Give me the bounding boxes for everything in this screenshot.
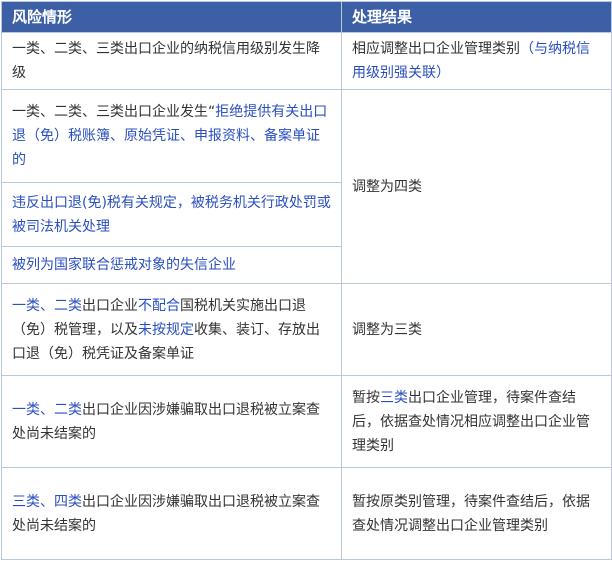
header-row: 风险情形 处理结果	[1, 1, 612, 33]
cell-text: 暂按	[352, 389, 380, 406]
situation-cell: 三类、四类出口企业因涉嫌骗取出口退税被立案查处尚未结案的	[1, 467, 342, 560]
header-situation: 风险情形	[1, 1, 342, 33]
result-cell: 暂按三类出口企业管理，待案件查结后，依据查处情况相应调整出口企业管理类别	[341, 375, 612, 468]
highlight-text: 违反出口退(免)税有关规定，被税务机关行政处罚或被司法机关处理	[12, 194, 331, 235]
highlight-text: 一类、二类	[12, 401, 82, 418]
risk-table: 风险情形 处理结果 一类、二类、三类出口企业的纳税信用级别发生降级 相应调整出口…	[1, 1, 612, 560]
highlight-text: 被列为国家联合惩戒对象的失信企业	[12, 257, 236, 273]
situation-cell: 一类、二类、三类出口企业发生“拒绝提供有关出口退（免）税账簿、原始凭证、申报资料…	[1, 89, 342, 183]
cell-text: 出口企业	[82, 297, 138, 314]
cell-text: 调整为三类	[352, 321, 422, 338]
result-cell: 调整为四类	[341, 89, 612, 284]
table-row: 一类、二类出口企业不配合国税机关实施出口退（免）税管理，以及未按规定收集、装订、…	[1, 283, 612, 376]
table-row: 三类、四类出口企业因涉嫌骗取出口退税被立案查处尚未结案的 暂按原类别管理，待案件…	[1, 467, 612, 560]
cell-text: 一类、二类、三类出口企业的纳税信用级别发生降级	[12, 41, 320, 81]
highlight-text: 不配合	[138, 297, 180, 314]
table-row: 一类、二类出口企业因涉嫌骗取出口退税被立案查处尚未结案的 暂按三类出口企业管理，…	[1, 375, 612, 468]
situation-cell: 违反出口退(免)税有关规定，被税务机关行政处罚或被司法机关处理	[1, 182, 342, 247]
highlight-text: 一类、二类	[12, 297, 82, 314]
table-row: 一类、二类、三类出口企业发生“拒绝提供有关出口退（免）税账簿、原始凭证、申报资料…	[1, 89, 612, 284]
cell-text: 相应调整出口企业管理类别	[352, 41, 520, 57]
result-cell: 相应调整出口企业管理类别（与纳税信用级别强关联）	[341, 32, 612, 90]
result-cell: 调整为三类	[341, 283, 612, 376]
situation-cell: 一类、二类、三类出口企业的纳税信用级别发生降级	[1, 32, 342, 90]
table-row: 一类、二类、三类出口企业的纳税信用级别发生降级 相应调整出口企业管理类别（与纳税…	[1, 32, 612, 90]
header-result: 处理结果	[341, 1, 612, 33]
result-cell: 暂按原类别管理，待案件查结后，依据查处情况调整出口企业管理类别	[341, 467, 612, 560]
cell-text: 调整为四类	[352, 178, 422, 195]
cell-text: 暂按原类别管理，待案件查结后，依据查处情况调整出口企业管理类别	[352, 493, 590, 534]
situation-cell: 被列为国家联合惩戒对象的失信企业	[1, 246, 342, 284]
situation-cell: 一类、二类出口企业不配合国税机关实施出口退（免）税管理，以及未按规定收集、装订、…	[1, 283, 342, 376]
highlight-text: 三类	[380, 389, 408, 406]
cell-text: 一类、二类、三类出口企业发生“	[12, 104, 216, 120]
situation-cell: 一类、二类出口企业因涉嫌骗取出口退税被立案查处尚未结案的	[1, 375, 342, 468]
highlight-text: 未按规定	[138, 321, 194, 338]
highlight-text: 三类、四类	[12, 493, 82, 510]
